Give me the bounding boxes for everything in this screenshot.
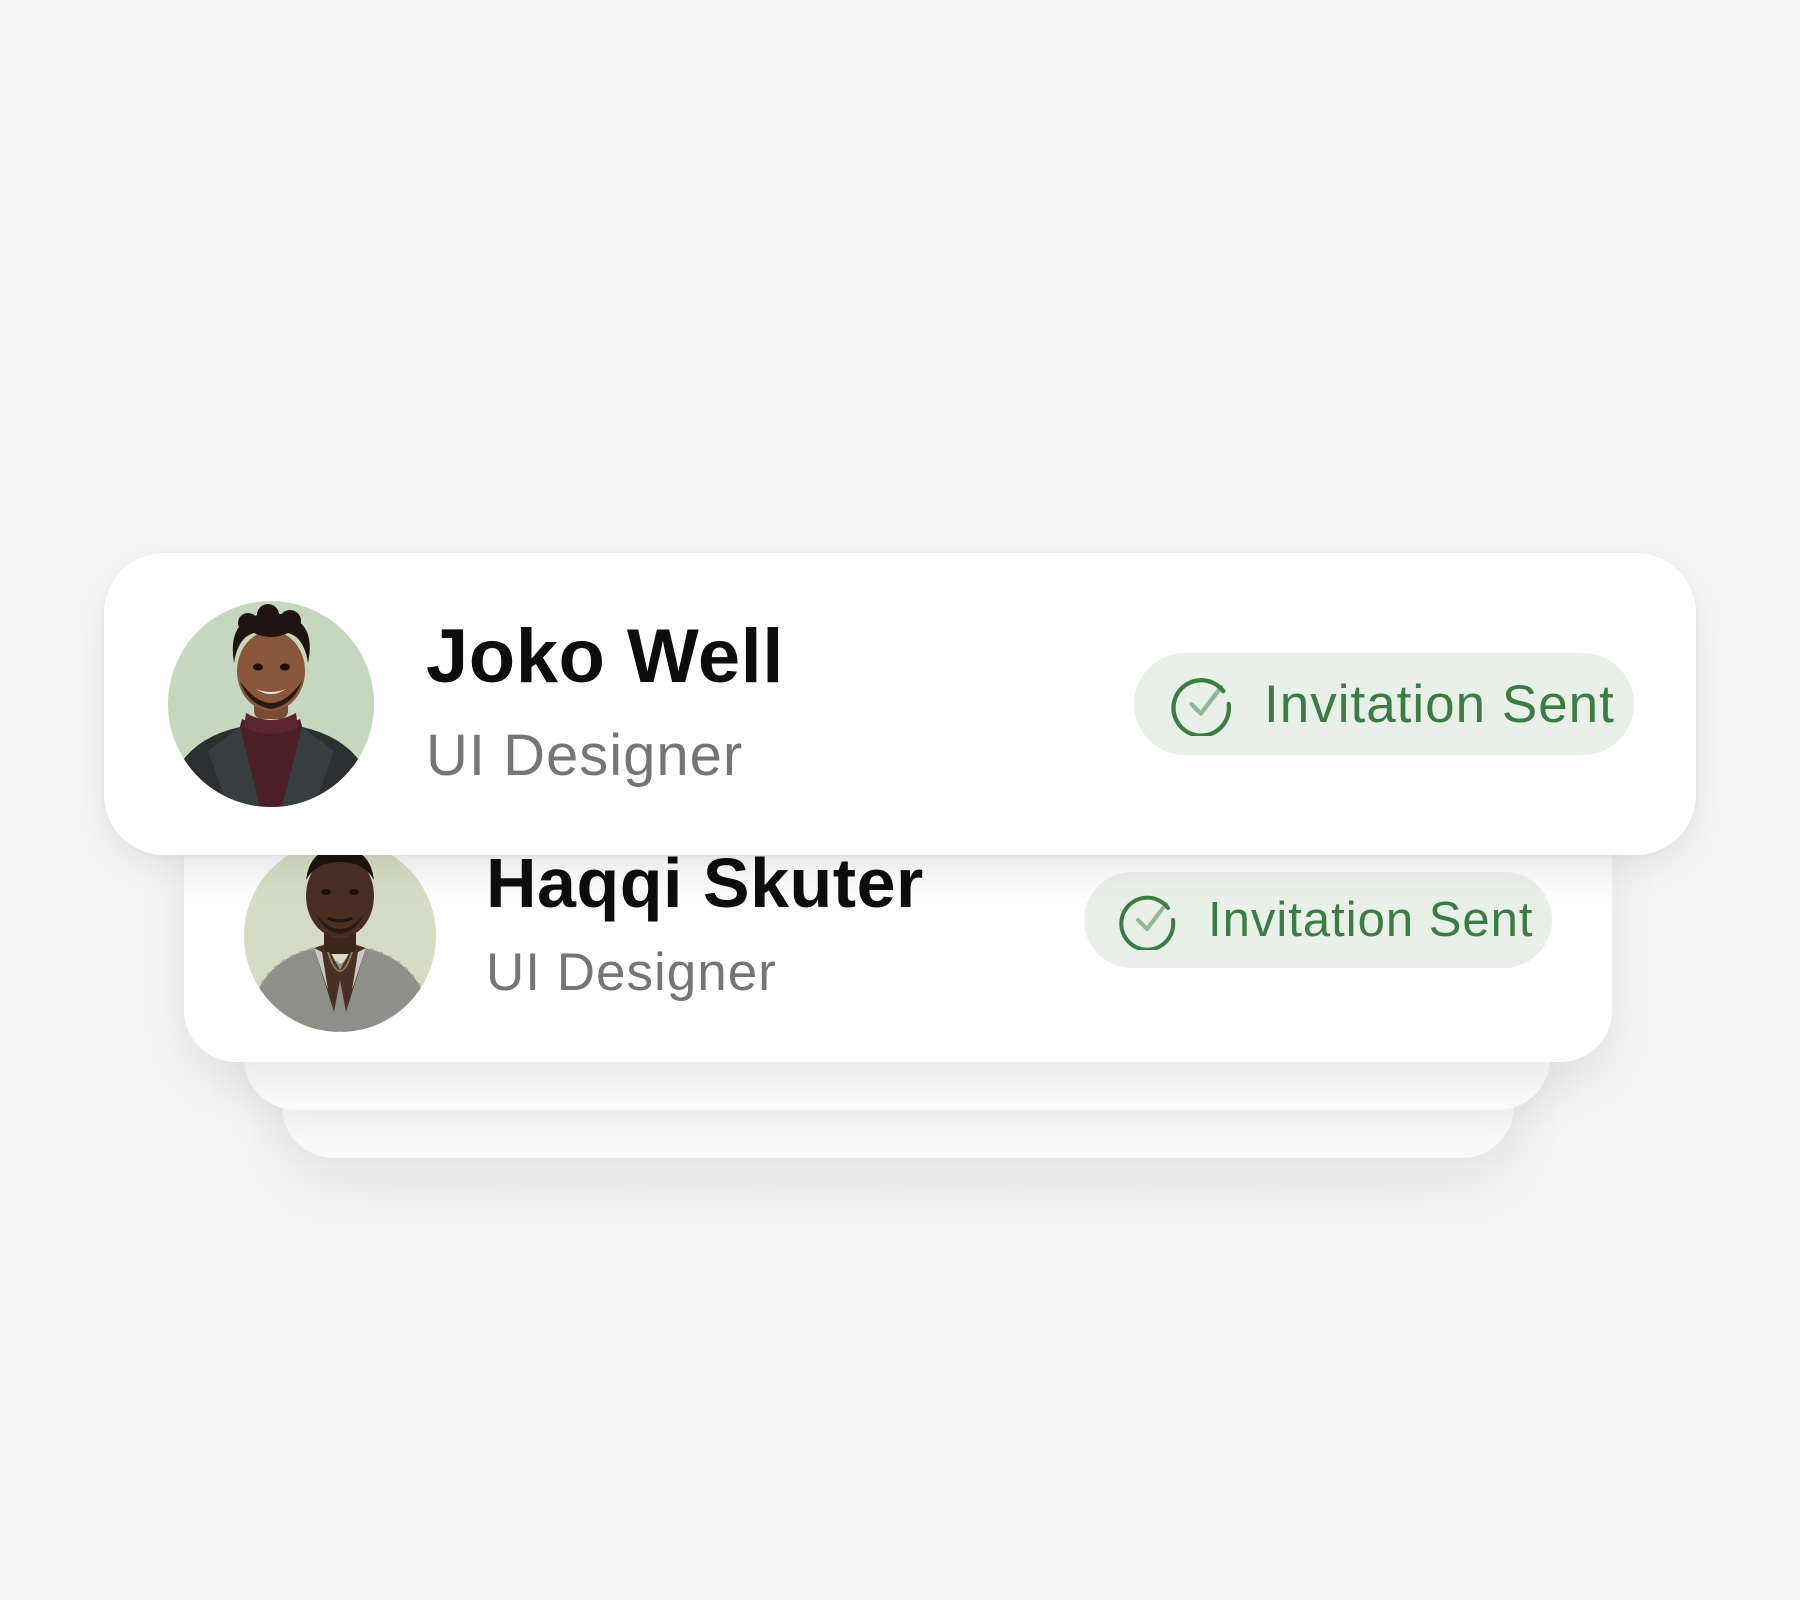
- check-circle-icon: [1171, 678, 1232, 736]
- invite-card[interactable]: Joko Well UI Designer Invitation Sent: [104, 553, 1696, 855]
- invitation-status-badge[interactable]: Invitation Sent: [1134, 653, 1634, 755]
- invitee-role: UI Designer: [486, 943, 777, 1002]
- person-photo: [244, 840, 436, 1032]
- invitation-status-label: Invitation Sent: [1208, 893, 1534, 947]
- invitee-role: UI Designer: [426, 723, 744, 788]
- check-circle-icon: [1119, 895, 1176, 950]
- invitation-status-badge[interactable]: Invitation Sent: [1084, 872, 1552, 968]
- invitation-card-stack: Haqqi Skuter UI Designer Invitation Sent: [0, 0, 1800, 1600]
- invitation-status-label: Invitation Sent: [1264, 674, 1615, 734]
- avatar: [244, 840, 436, 1032]
- invitee-name: Haqqi Skuter: [486, 844, 924, 922]
- invitee-name: Joko Well: [426, 614, 784, 699]
- avatar: [168, 601, 374, 807]
- person-photo: [168, 601, 374, 807]
